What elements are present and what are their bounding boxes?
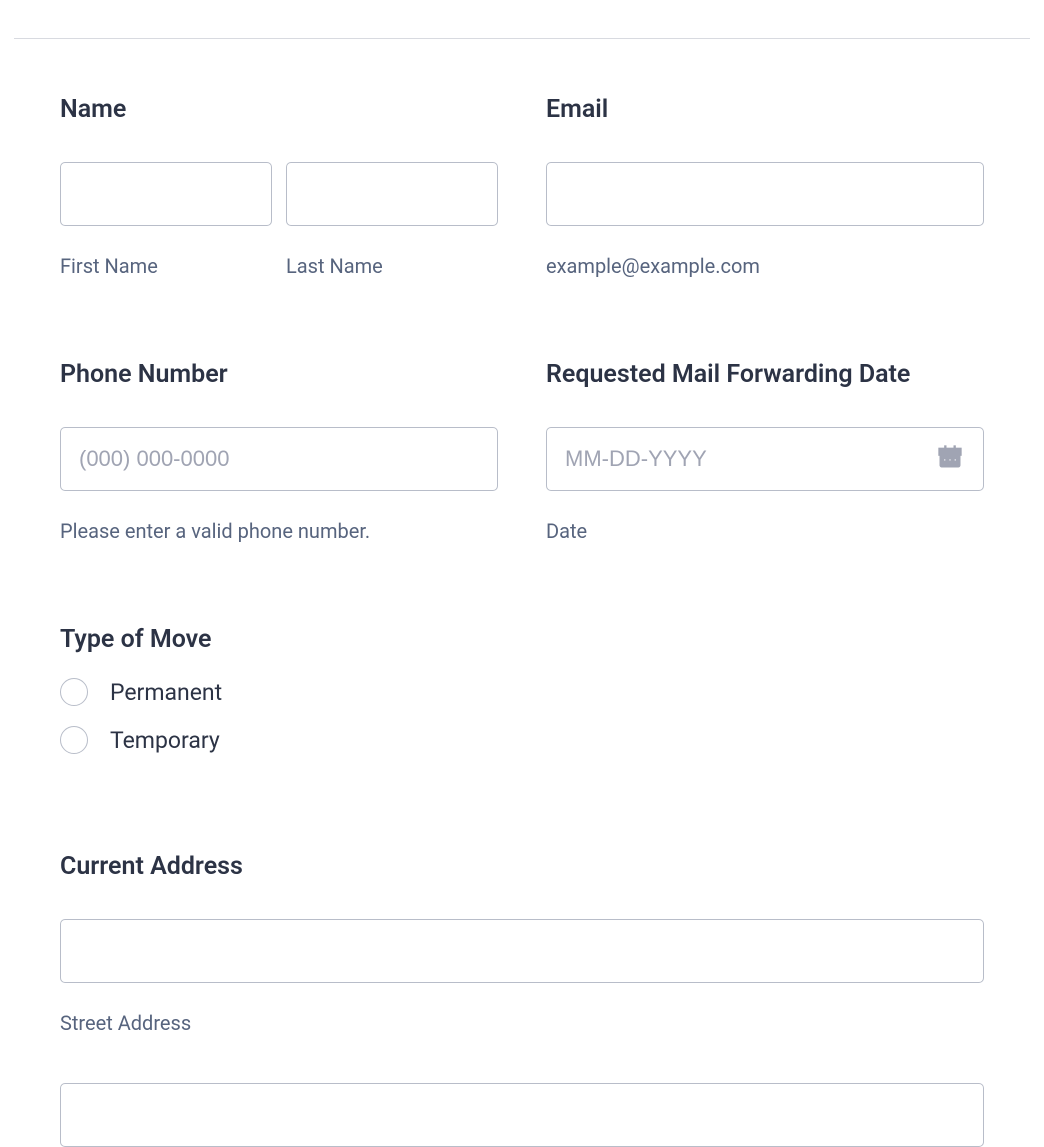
- last-name-sublabel: Last Name: [286, 254, 498, 278]
- radio-circle-icon: [60, 726, 88, 754]
- street-address-2-input[interactable]: [60, 1083, 984, 1147]
- email-label: Email: [546, 95, 984, 124]
- type-move-section: Type of Move Permanent Temporary: [60, 625, 984, 754]
- phone-input[interactable]: [60, 427, 498, 491]
- date-sublabel: Date: [546, 519, 984, 543]
- radio-circle-icon: [60, 678, 88, 706]
- last-name-wrap: Last Name: [286, 162, 498, 278]
- type-move-label: Type of Move: [60, 625, 984, 654]
- street-address-sublabel: Street Address: [60, 1011, 984, 1035]
- name-field-group: Name First Name Last Name: [60, 95, 498, 278]
- date-label: Requested Mail Forwarding Date: [546, 360, 984, 389]
- name-inputs: First Name Last Name: [60, 162, 498, 278]
- first-name-input[interactable]: [60, 162, 272, 226]
- phone-label: Phone Number: [60, 360, 498, 389]
- phone-field-group: Phone Number Please enter a valid phone …: [60, 360, 498, 543]
- phone-sublabel: Please enter a valid phone number.: [60, 519, 498, 543]
- first-name-wrap: First Name: [60, 162, 272, 278]
- street-address-input[interactable]: [60, 919, 984, 983]
- current-address-section: Current Address Street Address: [60, 852, 984, 1147]
- street-address-wrap: Street Address: [60, 919, 984, 1035]
- radio-temporary[interactable]: Temporary: [60, 726, 984, 754]
- address-inputs: Street Address: [60, 919, 984, 1147]
- type-move-radio-group: Permanent Temporary: [60, 678, 984, 754]
- row-name-email: Name First Name Last Name Email example@…: [60, 95, 984, 278]
- radio-permanent-label: Permanent: [110, 679, 222, 706]
- street-address-2-wrap: [60, 1083, 984, 1147]
- date-field-group: Requested Mail Forwarding Date Date: [546, 360, 984, 543]
- form-container: Name First Name Last Name Email example@…: [0, 39, 1044, 1147]
- name-label: Name: [60, 95, 498, 124]
- last-name-input[interactable]: [286, 162, 498, 226]
- email-input[interactable]: [546, 162, 984, 226]
- email-field-group: Email example@example.com: [546, 95, 984, 278]
- date-input[interactable]: [546, 427, 984, 491]
- date-input-wrap: [546, 427, 984, 491]
- row-phone-date: Phone Number Please enter a valid phone …: [60, 360, 984, 543]
- first-name-sublabel: First Name: [60, 254, 272, 278]
- radio-permanent[interactable]: Permanent: [60, 678, 984, 706]
- current-address-label: Current Address: [60, 852, 984, 881]
- email-sublabel: example@example.com: [546, 254, 984, 278]
- radio-temporary-label: Temporary: [110, 727, 220, 754]
